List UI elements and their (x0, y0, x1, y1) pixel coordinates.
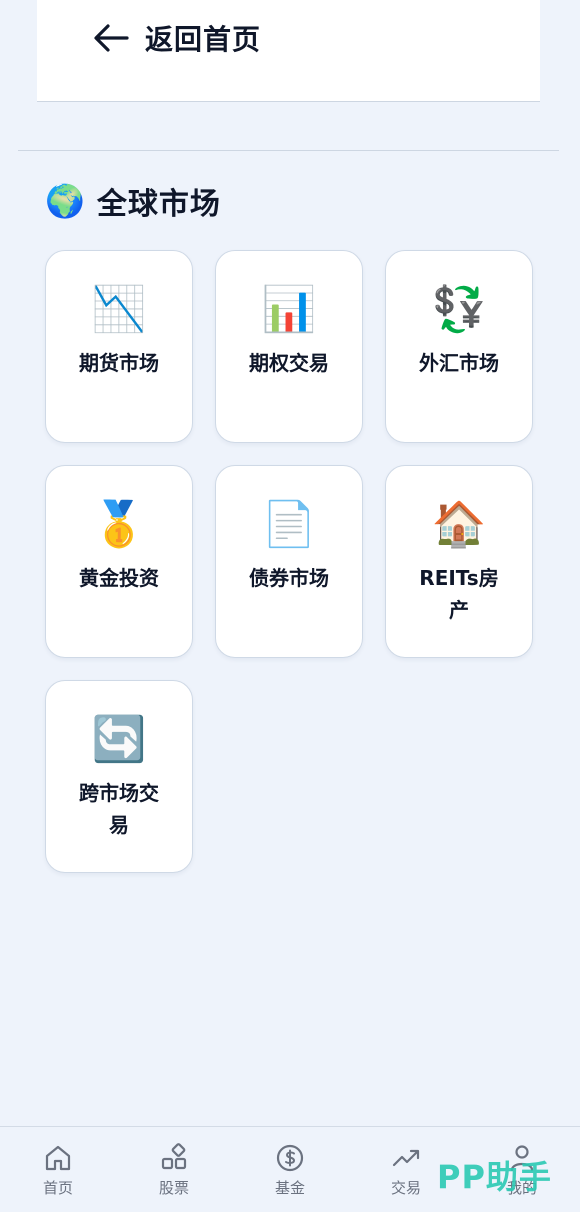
trend-up-icon (392, 1149, 420, 1167)
section-divider (18, 150, 559, 151)
house-icon: 🏠 (431, 499, 487, 550)
gold-medal-icon: 🥇 (91, 499, 147, 550)
back-to-home-link[interactable]: 返回首页 (93, 18, 261, 58)
nav-label: 交易 (390, 1179, 421, 1197)
shapes-icon (161, 1143, 187, 1170)
nav-label: 股票 (158, 1179, 189, 1197)
tile-bond-market[interactable]: 📄 债券市场 (215, 465, 363, 658)
tile-cross-market-trading[interactable]: 🔄 跨市场交易 (45, 680, 193, 873)
tile-label: 外汇市场 (419, 351, 499, 375)
bar-chart-icon: 📊 (261, 284, 317, 335)
section-title: 全球市场 (96, 187, 221, 222)
globe-icon: 🌍 (45, 182, 85, 220)
nav-label: 首页 (42, 1179, 73, 1197)
section-header: 🌍 全球市场 (45, 178, 221, 224)
nav-item-stocks[interactable]: 股票 (116, 1127, 232, 1212)
back-label: 返回首页 (145, 23, 262, 56)
tile-gold-investment[interactable]: 🥇 黄金投资 (45, 465, 193, 658)
dollar-circle-icon (276, 1144, 304, 1172)
arrows-cycle-icon: 🔄 (91, 714, 147, 765)
nav-item-funds[interactable]: 基金 (232, 1127, 348, 1212)
tile-label: 期权交易 (249, 351, 329, 375)
document-icon: 📄 (261, 499, 317, 550)
market-grid: 📉 期货市场 📊 期权交易 💱 外汇市场 🥇 黄金投资 📄 债券市场 🏠 REI… (45, 250, 533, 873)
home-icon (45, 1145, 71, 1171)
watermark-logo: PP助手 (437, 1158, 552, 1196)
arrow-left-icon (94, 24, 129, 52)
currency-exchange-icon: 💱 (431, 284, 487, 335)
tile-options-trading[interactable]: 📊 期权交易 (215, 250, 363, 443)
tile-label: 跨市场交易 (79, 781, 159, 837)
nav-item-home[interactable]: 首页 (0, 1127, 116, 1212)
tile-futures-market[interactable]: 📉 期货市场 (45, 250, 193, 443)
tile-label: REITs房产 (419, 566, 499, 622)
tile-reits-real-estate[interactable]: 🏠 REITs房产 (385, 465, 533, 658)
tile-label: 黄金投资 (79, 566, 159, 590)
chart-down-icon: 📉 (91, 284, 147, 335)
nav-label: 基金 (274, 1179, 305, 1197)
top-header-card: 返回首页 (37, 0, 540, 102)
tile-label: 债券市场 (249, 566, 329, 590)
tile-label: 期货市场 (79, 351, 159, 375)
tile-forex-market[interactable]: 💱 外汇市场 (385, 250, 533, 443)
